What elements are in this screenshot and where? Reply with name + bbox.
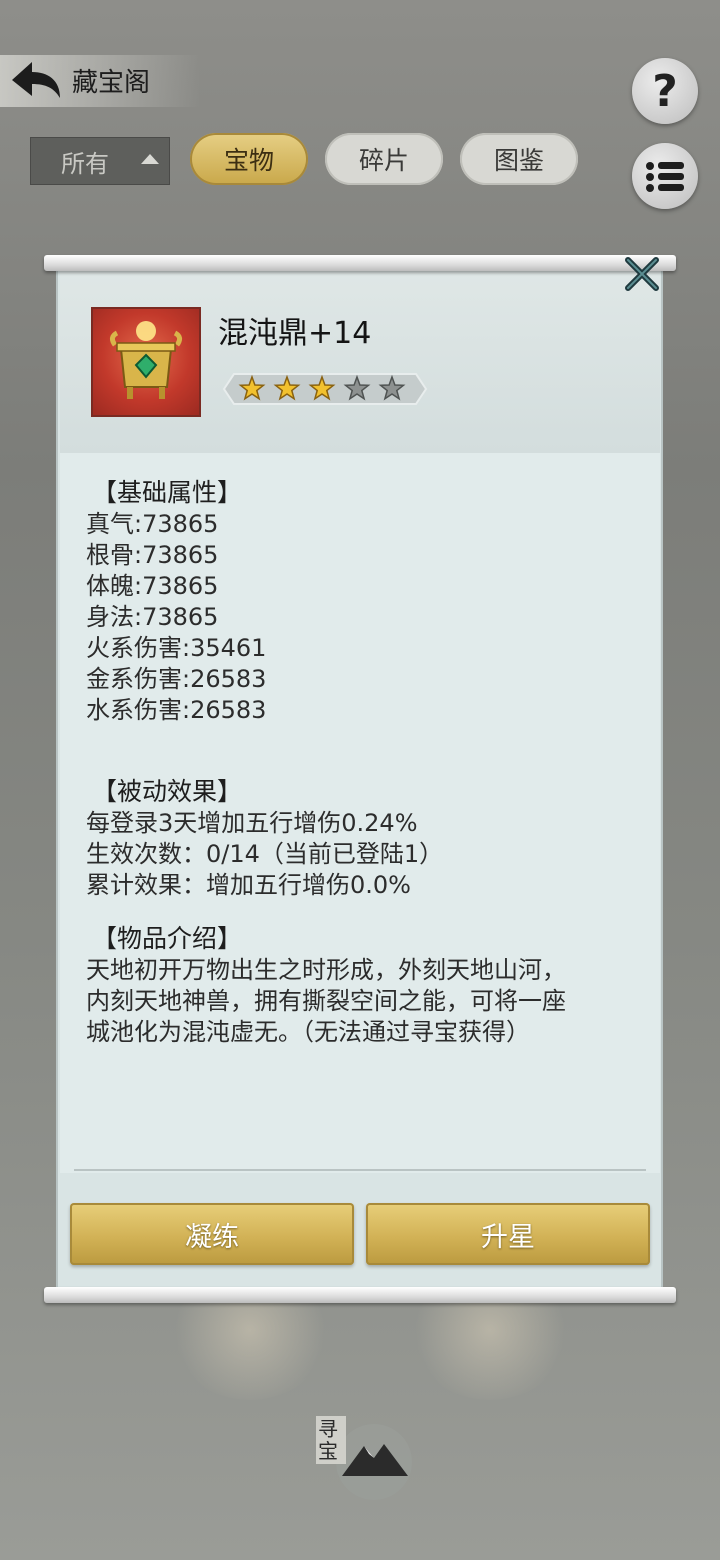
tab-collection[interactable]: 图鉴 (460, 133, 578, 185)
scroll-rod-top (44, 255, 676, 271)
attribute-line: 火系伤害:35461 (86, 634, 267, 662)
back-arrow-icon (12, 62, 60, 98)
passive-effect-section: 【被动效果】 每登录3天增加五行增伤0.24% 生效次数：0/14（当前已登陆1… (86, 772, 443, 901)
tab-fragments[interactable]: 碎片 (325, 133, 443, 185)
treasure-hunt-button[interactable]: 寻宝 (312, 1410, 416, 1502)
star-rating (220, 368, 430, 410)
item-intro-section: 【物品介绍】 天地初开万物出生之时形成，外刻天地山河， 内刻天地神兽，拥有撕裂空… (86, 919, 566, 1048)
intro-line: 内刻天地神兽，拥有撕裂空间之能，可将一座 (86, 987, 566, 1015)
filter-label: 所有 (61, 149, 109, 178)
passive-line: 生效次数：0/14（当前已登陆1） (86, 840, 444, 868)
attribute-line: 真气:73865 (86, 510, 219, 538)
intro-line: 天地初开万物出生之时形成，外刻天地山河， (86, 956, 566, 984)
attribute-line: 水系伤害:26583 (86, 696, 267, 724)
attribute-line: 体魄:73865 (86, 572, 219, 600)
category-filter-dropdown[interactable]: 所有 (30, 137, 170, 185)
section-title-passive: 【被动效果】 (92, 777, 243, 806)
attribute-line: 根骨:73865 (86, 541, 219, 569)
passive-line: 累计效果：增加五行增伤0.0% (86, 871, 411, 899)
refine-button[interactable]: 凝练 (70, 1203, 354, 1265)
treasure-hunt-label: 寻宝 (316, 1416, 346, 1464)
divider (74, 1169, 646, 1171)
passive-line: 每登录3天增加五行增伤0.24% (86, 809, 418, 837)
close-button[interactable] (622, 254, 662, 294)
item-icon-cauldron (91, 307, 201, 417)
help-button[interactable]: ? (632, 58, 698, 124)
section-title-intro: 【物品介绍】 (92, 924, 243, 953)
question-icon: ? (652, 65, 678, 117)
close-icon (625, 257, 659, 291)
section-title-base: 【基础属性】 (92, 478, 243, 507)
base-attributes-section: 【基础属性】 真气:73865 根骨:73865 体魄:73865 身法:738… (86, 473, 266, 726)
tab-treasure[interactable]: 宝物 (190, 133, 308, 185)
caret-up-icon (141, 154, 159, 164)
scroll-rod-bottom (44, 1287, 676, 1303)
attribute-line: 身法:73865 (86, 603, 219, 631)
menu-list-button[interactable] (632, 143, 698, 209)
item-name: 混沌鼎+14 (218, 316, 372, 351)
page-title: 藏宝阁 (72, 68, 151, 98)
cauldron-icon (109, 321, 183, 399)
attribute-line: 金系伤害:26583 (86, 665, 267, 693)
back-button[interactable] (8, 58, 64, 104)
list-icon (646, 162, 684, 192)
intro-line: 城池化为混沌虚无。（无法通过寻宝获得） (86, 1018, 530, 1046)
star-up-button[interactable]: 升星 (366, 1203, 650, 1265)
